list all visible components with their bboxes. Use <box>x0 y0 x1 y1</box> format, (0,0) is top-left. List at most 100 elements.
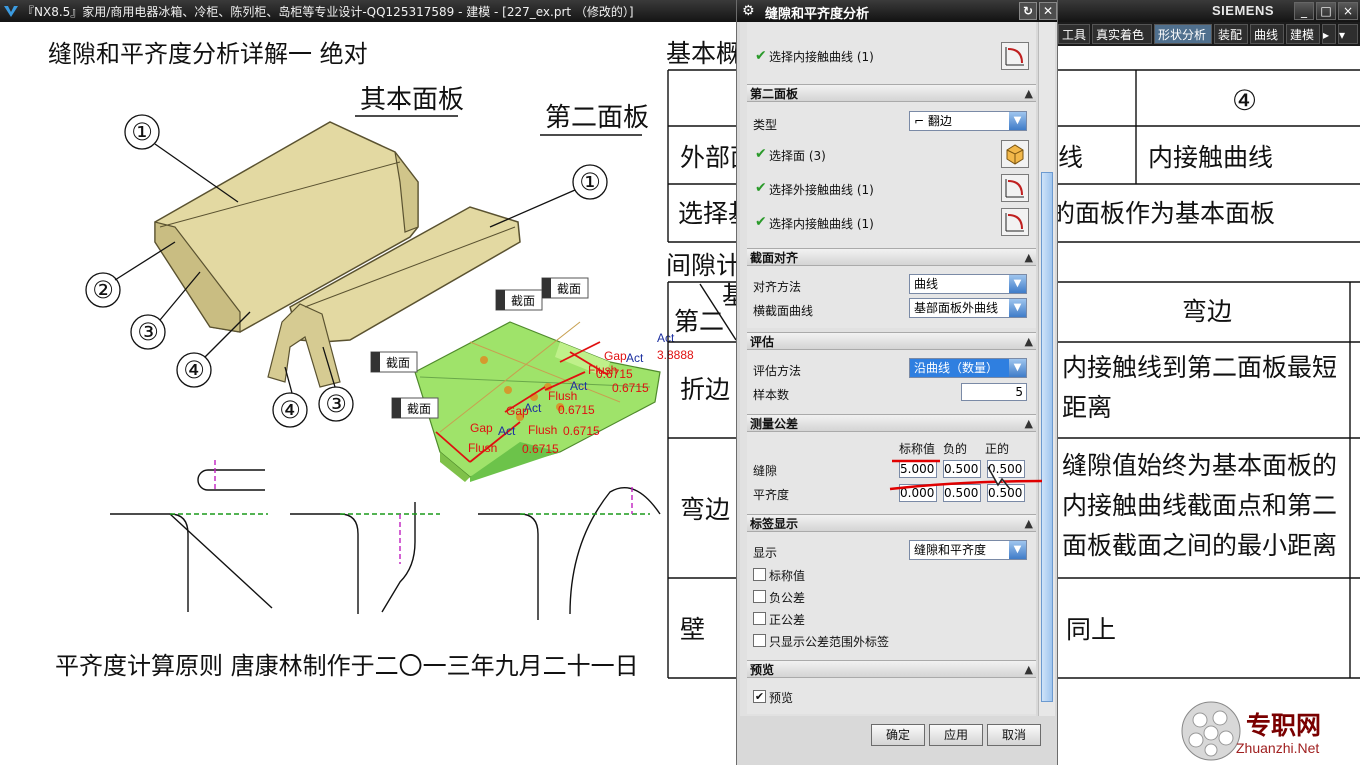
svg-text:3.8888: 3.8888 <box>657 348 694 362</box>
preview-checkbox[interactable]: ✔ <box>753 690 766 703</box>
check-icon: ✔ <box>755 146 767 162</box>
neg-tol-option-label: 负公差 <box>769 591 806 605</box>
svg-text:第二: 第二 <box>674 307 724 336</box>
nx-app-icon <box>4 6 18 17</box>
curve-select-icon[interactable] <box>1001 42 1029 70</box>
flange-icon: ⌐ <box>914 114 928 128</box>
base-panel-group-tail: ✔ 选择内接触曲线 (1) <box>747 22 1036 84</box>
group-second-panel[interactable]: 第二面板 ▲ <box>747 84 1036 102</box>
nominal-checkbox[interactable] <box>753 568 766 581</box>
restore-button[interactable]: □ <box>1316 2 1336 20</box>
gap-label: 缝隙 <box>753 464 778 478</box>
curve-select-icon[interactable] <box>1001 174 1029 202</box>
display-select[interactable]: 缝隙和平齐度 ▼ <box>909 540 1027 560</box>
preview-option-label: 预览 <box>769 691 794 705</box>
svg-text:③: ③ <box>325 390 347 418</box>
dialog-scrollbar[interactable] <box>1038 22 1055 716</box>
select-face-label: 选择面 (3) <box>769 149 826 163</box>
type-label: 类型 <box>753 118 778 132</box>
svg-text:基本概: 基本概 <box>666 39 741 68</box>
scroll-thumb[interactable] <box>1041 172 1053 702</box>
pos-tol-checkbox[interactable] <box>753 612 766 625</box>
drawing-footer: 平齐度计算原则 唐康林制作于二〇一三年九月二十一日 <box>55 652 639 680</box>
svg-text:弯边: 弯边 <box>680 495 730 524</box>
svg-text:①: ① <box>579 168 601 196</box>
group-section-align[interactable]: 截面对齐 ▲ <box>747 248 1036 266</box>
dialog-title: 缝隙和平齐度分析 <box>765 7 870 22</box>
check-icon: ✔ <box>755 180 767 196</box>
reset-icon[interactable]: ↻ <box>1019 2 1037 20</box>
apply-button[interactable]: 应用 <box>929 724 983 746</box>
svg-text:0.6715: 0.6715 <box>612 381 649 395</box>
svg-text:Flush: Flush <box>548 389 577 403</box>
base-inner-curve-label: 选择内接触曲线 (1) <box>769 50 874 64</box>
neg-tol-checkbox[interactable] <box>753 590 766 603</box>
eval-method-label: 评估方法 <box>753 364 802 378</box>
out-of-range-option-label: 只显示公差范围外标签 <box>769 635 890 649</box>
eval-method-select[interactable]: 沿曲线（数量） ▼ <box>909 358 1027 378</box>
nominal-option-label: 标称值 <box>769 569 806 583</box>
type-select[interactable]: ⌐ 翻边 ▼ <box>909 111 1027 131</box>
svg-text:的面板作为基本面板: 的面板作为基本面板 <box>1050 199 1275 228</box>
second-panel-label: 第二面板 <box>545 103 649 133</box>
svg-text:Act: Act <box>498 424 516 438</box>
sample-count-label: 样本数 <box>753 388 790 402</box>
preview-group: ✔ 预览 <box>747 678 1036 714</box>
window-title: 『NX8.5』家用/商用电器冰箱、冷柜、陈列柜、岛柜等专业设计-QQ125317… <box>22 5 634 19</box>
svg-text:Act: Act <box>657 331 675 345</box>
gap-flush-dialog: ⚙ 缝隙和平齐度分析 ↻ ✕ ✔ 选择内接触曲线 (1) 第二面板 ▲ 类型 ⌐ … <box>736 0 1058 765</box>
svg-text:0.6715: 0.6715 <box>563 424 600 438</box>
svg-text:弯边: 弯边 <box>1182 297 1232 326</box>
svg-text:同上: 同上 <box>1066 615 1116 644</box>
pos-tol-option-label: 正公差 <box>769 613 806 627</box>
section-curve-label: 横截面曲线 <box>753 304 814 318</box>
group-tolerance[interactable]: 测量公差 ▲ <box>747 414 1036 432</box>
svg-text:②: ② <box>92 276 114 304</box>
flush-principle-sketches <box>110 460 661 620</box>
curve-select-icon[interactable] <box>1001 208 1029 236</box>
check-icon: ✔ <box>755 48 767 64</box>
cancel-button[interactable]: 取消 <box>987 724 1041 746</box>
flush-label: 平齐度 <box>753 488 790 502</box>
group-evaluation[interactable]: 评估 ▲ <box>747 332 1036 350</box>
svg-text:④: ④ <box>183 356 205 384</box>
align-method-select[interactable]: 曲线 ▼ <box>909 274 1027 294</box>
section-curve-select[interactable]: 基部面板外曲线 ▼ <box>909 298 1027 318</box>
svg-text:0.6715: 0.6715 <box>522 442 559 456</box>
fold-description: 内接触线到第二面板最短距离 <box>1062 353 1337 422</box>
select-inner-curve-label: 选择内接触曲线 (1) <box>769 217 874 231</box>
siemens-logo: SIEMENS <box>1212 3 1275 18</box>
svg-text:Act: Act <box>626 351 644 365</box>
close-button[interactable]: × <box>1338 2 1358 20</box>
svg-text:Gap: Gap <box>506 404 529 418</box>
minimize-button[interactable]: _ <box>1294 2 1314 20</box>
second-panel-group: 类型 ⌐ 翻边 ▼ ✔ 选择面 (3) ✔ 选择外接触曲线 (1) ✔ 选择内接触… <box>747 102 1036 248</box>
svg-text:Flush: Flush <box>528 423 557 437</box>
dialog-title-bar[interactable]: ⚙ 缝隙和平齐度分析 ↻ ✕ <box>737 0 1057 22</box>
out-of-range-checkbox[interactable] <box>753 634 766 647</box>
group-label-display[interactable]: 标签显示 ▲ <box>747 514 1036 532</box>
bend-description: 缝隙值始终为基本面板的内接触曲线截面点和第二面板截面之间的最小距离 <box>1062 451 1337 560</box>
close-icon[interactable]: ✕ <box>1039 2 1057 20</box>
svg-text:Flush: Flush <box>468 441 497 455</box>
graphics-window[interactable]: 缝隙和平齐度分析详解一 绝对 其本面板 第二面板 ① ① ② ③ ④ ④ ③ 截… <box>0 22 1360 765</box>
ok-button[interactable]: 确定 <box>871 724 925 746</box>
select-outer-curve-label: 选择外接触曲线 (1) <box>769 183 874 197</box>
check-icon: ✔ <box>755 214 767 230</box>
svg-text:截面: 截面 <box>511 294 535 308</box>
svg-text:0.6715: 0.6715 <box>558 403 595 417</box>
svg-text:线: 线 <box>1058 143 1083 172</box>
sample-count-input[interactable]: 5 <box>961 383 1027 401</box>
drawing-heading: 缝隙和平齐度分析详解一 绝对 <box>48 40 368 68</box>
gear-icon[interactable]: ⚙ <box>742 3 755 19</box>
face-select-icon[interactable] <box>1001 140 1029 168</box>
label-display-group: 显示 缝隙和平齐度 ▼ 标称值 负公差 正公差 只显示公差范围外标签 <box>747 532 1036 664</box>
svg-text:Gap: Gap <box>604 349 627 363</box>
align-method-label: 对齐方法 <box>753 280 802 294</box>
group-preview[interactable]: 预览 ▲ <box>747 660 1036 678</box>
watermark-url: Zhuanzhi.Net <box>1236 740 1320 756</box>
svg-text:③: ③ <box>137 318 159 346</box>
svg-text:间隙计: 间隙计 <box>666 251 741 280</box>
dialog-body: ✔ 选择内接触曲线 (1) 第二面板 ▲ 类型 ⌐ 翻边 ▼ ✔ 选择面 (3) ✔… <box>740 22 1036 716</box>
evaluation-group: 评估方法 沿曲线（数量） ▼ 样本数 5 <box>747 350 1036 414</box>
